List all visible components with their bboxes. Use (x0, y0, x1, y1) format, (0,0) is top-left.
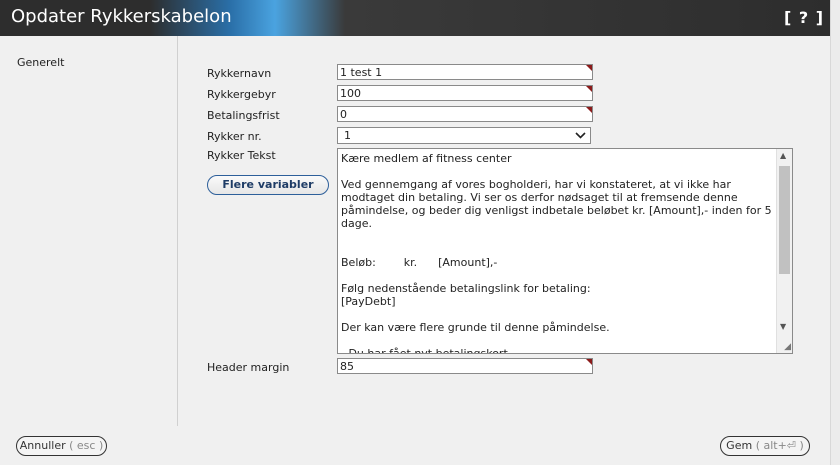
left-nav: Generelt (0, 36, 178, 426)
scroll-up-icon[interactable]: ▲ (780, 151, 786, 160)
rykker-tekst-label: Rykker Tekst (207, 149, 276, 162)
rykker-nr-value: 1 (344, 129, 351, 142)
rykkergebyr-input[interactable]: 100 (337, 85, 593, 101)
betalingsfrist-input[interactable]: 0 (337, 106, 593, 122)
header-margin-label: Header margin (207, 361, 290, 374)
rykker-nr-label: Rykker nr. (207, 130, 262, 143)
help-button[interactable]: [ ? ] (784, 8, 824, 27)
rykkernavn-input[interactable]: 1 test 1 (337, 64, 593, 80)
save-button[interactable]: Gem ( alt+⏎ ) (720, 436, 810, 456)
title-bar: Opdater Rykkerskabelon [ ? ] (0, 0, 830, 36)
rykkernavn-value: 1 test 1 (340, 66, 383, 79)
rykkergebyr-label: Rykkergebyr (207, 88, 276, 101)
rykkergebyr-value: 100 (340, 87, 361, 100)
chevron-down-icon (575, 128, 586, 145)
required-marker-icon (586, 359, 592, 365)
required-marker-icon (586, 65, 592, 71)
textarea-scrollbar[interactable]: ▲ ▼ (776, 149, 792, 353)
resize-grip-icon[interactable]: ◢ (784, 342, 791, 352)
rykkernavn-label: Rykkernavn (207, 67, 272, 80)
scroll-thumb[interactable] (779, 166, 790, 274)
header-margin-input[interactable]: 85 (337, 358, 593, 374)
required-marker-icon (586, 107, 592, 113)
cancel-shortcut: ( esc ) (69, 439, 104, 452)
page-scrollbar[interactable] (830, 0, 840, 465)
cancel-label: Annuller (19, 439, 66, 452)
nav-item-generelt[interactable]: Generelt (17, 56, 64, 69)
scroll-down-icon[interactable]: ▼ (780, 322, 786, 331)
header-margin-value: 85 (340, 360, 354, 373)
betalingsfrist-value: 0 (340, 108, 347, 121)
save-label: Gem (726, 439, 753, 452)
betalingsfrist-label: Betalingsfrist (207, 109, 280, 122)
rykker-tekst-textarea[interactable]: Kære medlem af fitness center Ved gennem… (337, 148, 793, 354)
rykker-tekst-content: Kære medlem af fitness center Ved gennem… (341, 152, 772, 354)
window-title: Opdater Rykkerskabelon (11, 6, 232, 27)
rykker-nr-select[interactable]: 1 (337, 127, 591, 144)
required-marker-icon (586, 86, 592, 92)
save-shortcut: ( alt+⏎ ) (755, 439, 804, 452)
more-variables-button[interactable]: Flere variabler (207, 175, 329, 195)
cancel-button[interactable]: Annuller ( esc ) (16, 436, 107, 456)
